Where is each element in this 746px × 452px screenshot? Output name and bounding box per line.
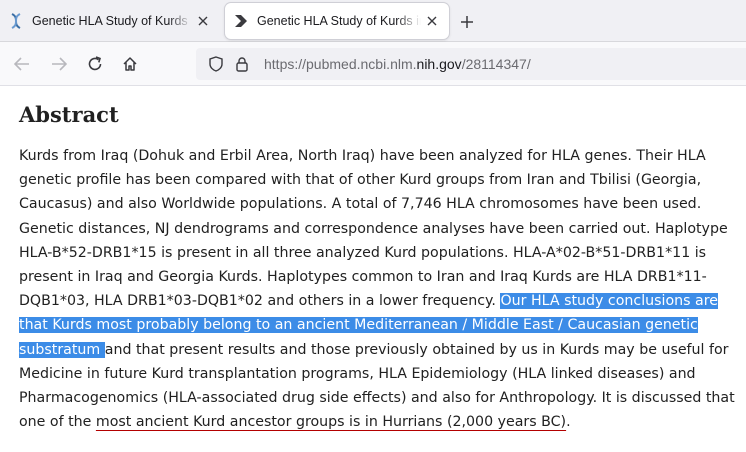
navigation-bar: https://pubmed.ncbi.nlm.nih.gov/28114347…: [0, 42, 746, 86]
forward-arrow-icon: [233, 13, 249, 29]
back-button[interactable]: [10, 52, 34, 76]
forward-button[interactable]: [47, 52, 71, 76]
url-prefix: https://pubmed.ncbi.nlm.: [264, 56, 417, 72]
close-tab-icon[interactable]: [192, 10, 214, 32]
abstract-text-end: .: [566, 414, 571, 431]
shield-icon[interactable]: [206, 54, 226, 74]
lock-icon[interactable]: [232, 54, 252, 74]
tab-strip: Genetic HLA Study of Kurds in Iraq Genet…: [0, 0, 746, 42]
abstract-heading: Abstract: [19, 102, 119, 127]
url-host: nih.gov: [416, 56, 462, 72]
home-button[interactable]: [118, 52, 142, 76]
underlined-text: most ancient Kurd ancestor groups is in …: [95, 414, 567, 431]
dna-icon: [8, 13, 24, 29]
reload-button[interactable]: [83, 52, 107, 76]
tab-title: Genetic HLA Study of Kurds in Iraq: [257, 14, 421, 28]
url-path: /28114347/: [461, 56, 531, 72]
tab-active[interactable]: Genetic HLA Study of Kurds in Iraq: [225, 3, 449, 39]
tab-inactive[interactable]: Genetic HLA Study of Kurds in Iraq: [0, 3, 220, 39]
tab-title: Genetic HLA Study of Kurds in Iraq: [32, 14, 192, 28]
address-bar[interactable]: https://pubmed.ncbi.nlm.nih.gov/28114347…: [196, 48, 746, 80]
close-tab-icon[interactable]: [421, 10, 443, 32]
abstract-text-part: Kurds from Iraq (Dohuk and Erbil Area, N…: [19, 148, 728, 310]
new-tab-button[interactable]: [456, 11, 478, 33]
abstract-text: Kurds from Iraq (Dohuk and Erbil Area, N…: [19, 144, 735, 434]
url-text: https://pubmed.ncbi.nlm.nih.gov/28114347…: [264, 56, 531, 72]
